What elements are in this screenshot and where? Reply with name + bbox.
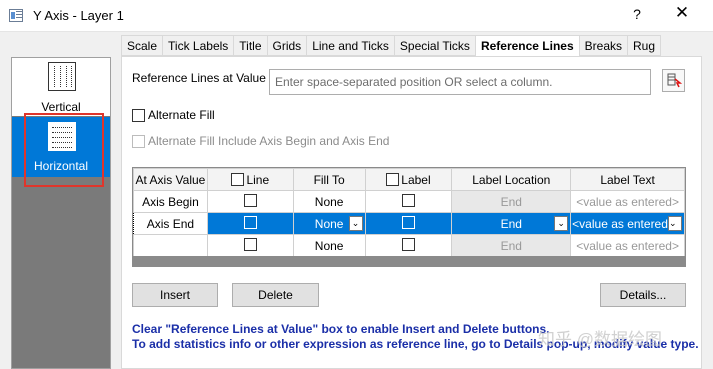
line-checkbox[interactable] — [243, 193, 257, 207]
select-column-icon — [667, 73, 683, 88]
col-header-label[interactable]: Label — [364, 168, 453, 191]
label-cell[interactable] — [364, 190, 453, 213]
table-row[interactable]: None End <value as entered> — [133, 234, 685, 257]
table-row[interactable]: Axis End None ⌄ End ⌄ <value as entered> ⌄ — [133, 212, 685, 235]
highlight-annotation-box — [24, 113, 104, 187]
tab-grids[interactable]: Grids — [266, 35, 307, 56]
reference-lines-grid: At Axis Value Line Fill To Label Label L… — [132, 167, 686, 267]
label-all-checkbox[interactable] — [386, 172, 400, 186]
chevron-down-icon[interactable]: ⌄ — [668, 216, 682, 231]
line-cell[interactable] — [206, 212, 294, 235]
app-icon — [9, 9, 23, 22]
window-title: Y Axis - Layer 1 — [33, 8, 124, 23]
chevron-down-icon[interactable]: ⌄ — [348, 216, 363, 231]
tab-breaks[interactable]: Breaks — [578, 35, 628, 56]
label-location-cell[interactable]: End ⌄ — [451, 212, 572, 235]
axis-value-cell[interactable]: Axis Begin — [133, 190, 208, 213]
alternate-fill-include-checkbox — [132, 134, 145, 148]
tab-special-ticks[interactable]: Special Ticks — [393, 35, 475, 56]
col-header-label-text: Label Text — [570, 168, 685, 191]
hint-text-1: Clear "Reference Lines at Value" box to … — [132, 322, 550, 336]
side-item-label: Vertical — [41, 100, 81, 114]
tab-strip: Scale Tick Labels Title Grids Line and T… — [121, 35, 662, 57]
fill-to-cell[interactable]: None — [292, 234, 366, 257]
label-location-cell: End — [451, 190, 572, 213]
close-button[interactable]: ✕ — [672, 3, 692, 23]
label-text-cell[interactable]: <value as entered> ⌄ — [570, 212, 685, 235]
alternate-fill-include-option: Alternate Fill Include Axis Begin and Ax… — [132, 134, 389, 148]
watermark: 知乎 @数据绘图 — [538, 330, 662, 349]
label-text-cell: <value as entered> — [570, 190, 685, 213]
alternate-fill-checkbox[interactable] — [132, 108, 145, 122]
col-header-line[interactable]: Line — [206, 168, 294, 191]
fill-to-value: None — [314, 216, 344, 231]
tab-reference-lines[interactable]: Reference Lines — [474, 35, 579, 57]
col-header-label-location: Label Location — [451, 168, 572, 191]
col-header-line-label: Line — [246, 172, 270, 187]
title-bar: Y Axis - Layer 1 ? ✕ — [0, 0, 713, 32]
line-checkbox[interactable] — [243, 237, 257, 251]
alternate-fill-label: Alternate Fill — [148, 108, 215, 122]
axis-value-cell[interactable]: Axis End — [133, 212, 208, 235]
line-cell[interactable] — [206, 234, 294, 257]
reference-lines-label: Reference Lines at Value — [132, 71, 266, 85]
label-cell[interactable] — [364, 234, 453, 257]
tab-scale[interactable]: Scale — [121, 35, 163, 56]
help-button[interactable]: ? — [630, 6, 644, 22]
col-header-fill-to: Fill To — [292, 168, 366, 191]
label-text-cell: <value as entered> — [570, 234, 685, 257]
grid-header-row: At Axis Value Line Fill To Label Label L… — [133, 168, 685, 191]
fill-to-cell[interactable]: None ⌄ — [292, 212, 366, 235]
label-checkbox[interactable] — [401, 237, 415, 251]
axis-side-panel: Vertical Horizontal — [11, 57, 111, 369]
col-header-axis-value: At Axis Value — [133, 168, 208, 191]
tab-line-and-ticks[interactable]: Line and Ticks — [306, 35, 394, 56]
details-button[interactable]: Details... — [600, 283, 686, 307]
tab-title[interactable]: Title — [233, 35, 267, 56]
side-item-vertical[interactable]: Vertical — [12, 58, 110, 116]
reference-lines-panel: Reference Lines at Value Alternate Fill … — [121, 56, 702, 369]
label-location-cell: End — [451, 234, 572, 257]
tab-rug[interactable]: Rug — [627, 35, 662, 56]
label-location-value: End — [500, 216, 522, 231]
alternate-fill-option[interactable]: Alternate Fill — [132, 108, 215, 122]
select-column-button[interactable] — [662, 69, 685, 92]
fill-to-cell[interactable]: None — [292, 190, 366, 213]
col-header-label-label: Label — [401, 172, 431, 187]
tab-tick-labels[interactable]: Tick Labels — [162, 35, 234, 56]
label-checkbox[interactable] — [401, 193, 415, 207]
label-cell[interactable] — [364, 212, 453, 235]
grid-footer-strip — [133, 256, 685, 266]
insert-button[interactable]: Insert — [132, 283, 218, 307]
alternate-fill-include-label: Alternate Fill Include Axis Begin and Ax… — [148, 134, 390, 148]
line-checkbox[interactable] — [243, 215, 257, 229]
label-text-value: <value as entered> — [572, 216, 675, 231]
axis-value-cell[interactable] — [133, 234, 208, 257]
table-row[interactable]: Axis Begin None End <value as entered> — [133, 190, 685, 213]
delete-button[interactable]: Delete — [232, 283, 319, 307]
line-all-checkbox[interactable] — [231, 172, 245, 186]
line-cell[interactable] — [206, 190, 294, 213]
label-checkbox[interactable] — [401, 215, 415, 229]
vertical-lines-icon — [48, 62, 76, 91]
reference-lines-input[interactable] — [269, 69, 651, 95]
chevron-down-icon[interactable]: ⌄ — [554, 216, 569, 231]
